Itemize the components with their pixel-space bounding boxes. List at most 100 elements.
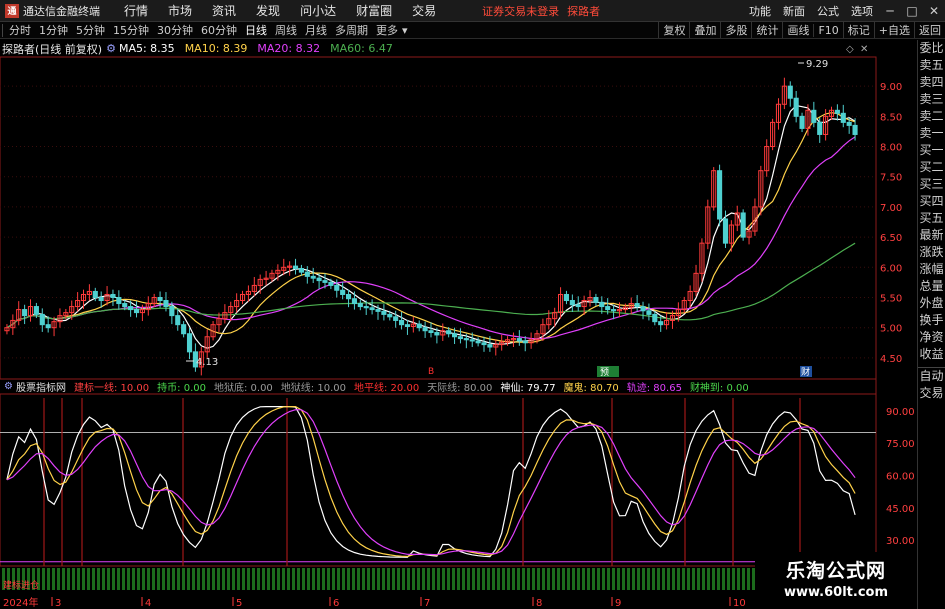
- period-15min[interactable]: 15分钟: [109, 22, 153, 38]
- osc-tick: 90.00: [886, 407, 915, 418]
- signal-bar: [42, 568, 45, 590]
- signal-bar: [172, 568, 175, 590]
- signal-bar: [162, 568, 165, 590]
- overlay-button[interactable]: 叠加: [689, 22, 720, 38]
- menu-ask[interactable]: 问小达: [300, 2, 336, 19]
- multi-stock-button[interactable]: 多股: [720, 22, 751, 38]
- sidebar-item[interactable]: 卖五: [918, 57, 945, 74]
- sidebar-item[interactable]: 买三: [918, 176, 945, 193]
- indicator-settings-icon[interactable]: ⚙: [4, 381, 13, 392]
- period-1min[interactable]: 1分钟: [35, 22, 72, 38]
- menu-market[interactable]: 市场: [168, 2, 192, 19]
- watermark-title: 乐淘公式网: [785, 560, 886, 582]
- sidebar-item[interactable]: 卖三: [918, 91, 945, 108]
- signal-bar: [542, 568, 545, 590]
- candle-body: [481, 342, 487, 346]
- signal-bar: [292, 568, 295, 590]
- candle-body: [298, 268, 304, 273]
- signal-bar: [687, 568, 690, 590]
- menu-wealth[interactable]: 财富圈: [356, 2, 392, 19]
- signal-bar: [297, 568, 300, 590]
- sidebar-item[interactable]: 买一: [918, 142, 945, 159]
- period-weekly[interactable]: 周线: [271, 22, 301, 38]
- sidebar-item[interactable]: 买四: [918, 193, 945, 210]
- candle-body: [787, 85, 793, 99]
- sidebar-item[interactable]: 买二: [918, 159, 945, 176]
- candles: [4, 77, 858, 376]
- mark-button[interactable]: 标记: [842, 22, 874, 38]
- adjust-button[interactable]: 复权: [658, 22, 689, 38]
- signal-bar: [72, 568, 75, 590]
- current-user[interactable]: 探路者: [567, 3, 600, 19]
- draw-line-button[interactable]: 画线: [782, 22, 813, 38]
- period-multi[interactable]: 多周期: [331, 22, 372, 38]
- login-warning[interactable]: 证券交易未登录: [482, 3, 559, 19]
- sidebar-item[interactable]: 卖一: [918, 125, 945, 142]
- price-tick: 8.50: [880, 112, 902, 123]
- signal-bar: [382, 568, 385, 590]
- menu-new-page[interactable]: 新面: [783, 3, 805, 19]
- f10-button[interactable]: F10: [813, 23, 842, 37]
- candle-body: [563, 293, 570, 302]
- sidebar-item[interactable]: 收益: [918, 346, 945, 363]
- signal-bar: [152, 568, 155, 590]
- sidebar-item[interactable]: 总量: [918, 278, 945, 295]
- minimize-icon[interactable]: ─: [879, 4, 901, 18]
- settings-icon[interactable]: ⚙: [106, 42, 116, 55]
- signal-bar: [327, 568, 330, 590]
- signal-bar: [447, 568, 450, 590]
- candle-body: [740, 212, 746, 238]
- signal-bar: [132, 568, 135, 590]
- back-button[interactable]: 返回: [914, 22, 945, 38]
- sidebar-item[interactable]: 换手: [918, 312, 945, 329]
- signal-bar: [252, 568, 255, 590]
- period-intraday[interactable]: 分时: [5, 22, 35, 38]
- sidebar-item[interactable]: 卖二: [918, 108, 945, 125]
- sidebar-item[interactable]: 买五: [918, 210, 945, 227]
- sidebar-item[interactable]: 外盘: [918, 295, 945, 312]
- sidebar-item[interactable]: 交易: [918, 385, 945, 402]
- sidebar-item[interactable]: 最新: [918, 227, 945, 244]
- signal-bar: [412, 568, 415, 590]
- candle-body: [363, 306, 369, 309]
- period-60min[interactable]: 60分钟: [197, 22, 241, 38]
- sidebar-item[interactable]: 委比: [918, 40, 945, 57]
- sidebar-item[interactable]: 涨跌: [918, 244, 945, 261]
- menu-options[interactable]: 选项: [851, 3, 873, 19]
- maximize-icon[interactable]: □: [901, 4, 923, 18]
- month-label: 10: [733, 598, 746, 609]
- indicator-name[interactable]: 股票指标网: [16, 379, 66, 394]
- period-more[interactable]: 更多: [372, 22, 402, 38]
- signal-bar: [257, 568, 260, 590]
- signal-bar: [402, 568, 405, 590]
- period-30min[interactable]: 30分钟: [153, 22, 197, 38]
- menu-quotes[interactable]: 行情: [124, 2, 148, 19]
- statistics-button[interactable]: 统计: [751, 22, 782, 38]
- menu-functions[interactable]: 功能: [749, 3, 771, 19]
- period-5min[interactable]: 5分钟: [72, 22, 109, 38]
- add-watchlist-button[interactable]: +自选: [873, 22, 914, 38]
- signal-bar: [97, 568, 100, 590]
- candle-body: [605, 306, 611, 311]
- period-daily[interactable]: 日线: [241, 22, 271, 38]
- menu-news[interactable]: 资讯: [212, 2, 236, 19]
- signal-bar: [707, 568, 710, 590]
- menu-discover[interactable]: 发现: [256, 2, 280, 19]
- signal-bar: [102, 568, 105, 590]
- signal-bar: [192, 568, 195, 590]
- sidebar-item[interactable]: 自动: [918, 367, 945, 385]
- more-dropdown-icon[interactable]: ▾: [402, 24, 408, 37]
- sidebar-item[interactable]: 涨幅: [918, 261, 945, 278]
- kline-chart[interactable]: 9.00 8.50 8.00 7.50 7.00 6.50 6.00 5.50 5.00 4.50…: [0, 40, 917, 609]
- menu-formula[interactable]: 公式: [817, 3, 839, 19]
- close-icon[interactable]: ✕: [923, 4, 945, 18]
- signal-bar: [672, 568, 675, 590]
- sidebar-item[interactable]: 卖四: [918, 74, 945, 91]
- osc-tick: 45.00: [886, 504, 915, 515]
- candle-body: [375, 309, 381, 312]
- sidebar-item[interactable]: 净资: [918, 329, 945, 346]
- candle-body: [834, 109, 840, 114]
- candle-body: [39, 313, 45, 326]
- period-monthly[interactable]: 月线: [301, 22, 331, 38]
- menu-trade[interactable]: 交易: [412, 2, 436, 19]
